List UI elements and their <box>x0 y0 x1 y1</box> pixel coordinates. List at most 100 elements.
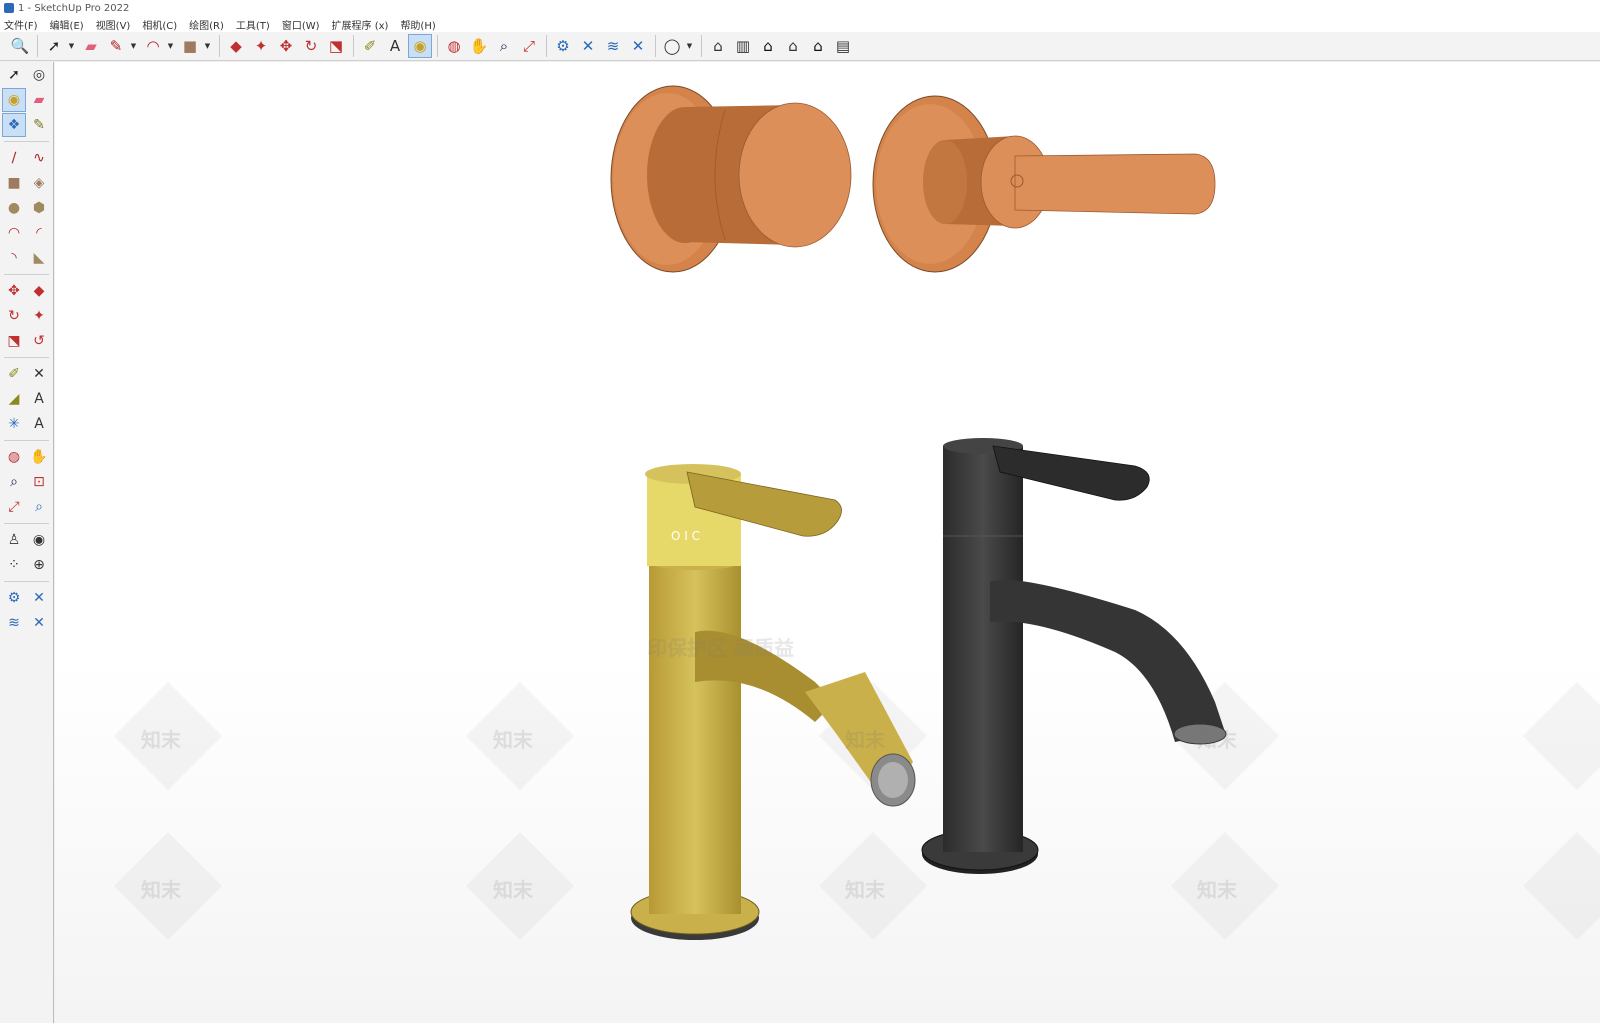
tag-button[interactable]: ✎ <box>27 113 51 137</box>
orbit-button[interactable]: ◍ <box>2 445 26 469</box>
arc-button[interactable]: ◠ <box>141 34 165 58</box>
rectangle-button[interactable]: ■ <box>2 171 26 195</box>
chevron-down-icon[interactable]: ▼ <box>166 34 175 58</box>
menu-item-1[interactable]: 编辑(E) <box>50 17 84 32</box>
paint-bucket-button[interactable]: ◉ <box>2 87 26 112</box>
walk-button[interactable]: ⁘ <box>2 553 26 577</box>
menu-item-2[interactable]: 视图(V) <box>96 17 131 32</box>
left-toolbar-row: ∕ ∿ <box>0 145 53 170</box>
zoom-tool-button[interactable]: ⌕ <box>492 34 516 58</box>
orbit-icon: ◍ <box>447 36 461 55</box>
position-camera-button[interactable]: ♙ <box>2 528 26 552</box>
layout-button[interactable]: ≋ <box>601 34 625 58</box>
menu-item-6[interactable]: 窗口(W) <box>282 17 320 32</box>
scale-button[interactable]: ⬔ <box>2 329 26 353</box>
scale-button[interactable]: ⬔ <box>324 34 348 58</box>
paint-bucket-button[interactable]: ◉ <box>408 34 432 58</box>
chevron-down-icon[interactable]: ▼ <box>129 34 138 58</box>
share-model-button[interactable]: ✕ <box>27 611 51 635</box>
axes-button[interactable]: ✳ <box>2 412 26 436</box>
follow-me-button[interactable]: ✦ <box>249 34 273 58</box>
scene-canvas[interactable]: O I C <box>55 62 1600 1023</box>
select-button[interactable]: ➚ <box>42 34 66 58</box>
account-button[interactable]: ◯ <box>660 34 684 58</box>
menu-item-8[interactable]: 帮助(H) <box>400 17 435 32</box>
orbit-button[interactable]: ◍ <box>442 34 466 58</box>
extension-warehouse-button[interactable]: ✕ <box>27 586 51 610</box>
move-button[interactable]: ✥ <box>274 34 298 58</box>
push-pull-button[interactable]: ◆ <box>27 279 51 303</box>
3d-text-button[interactable]: A <box>27 412 51 436</box>
watermark-brand-8: 知末 <box>1197 878 1237 902</box>
menu-item-5[interactable]: 工具(T) <box>236 17 270 32</box>
eraser-button[interactable]: ▰ <box>79 34 103 58</box>
follow-me-icon: ✦ <box>33 307 45 324</box>
tape-measure-button[interactable]: ✐ <box>358 34 382 58</box>
model-viewport[interactable]: O I C 印保护区 画质益 知末 知末 知末 知末 知末 知末 知末 知末 <box>55 62 1600 1023</box>
orbit-button[interactable]: ◎ <box>27 63 51 87</box>
pencil-line-button[interactable]: ✎ <box>104 34 128 58</box>
menu-item-4[interactable]: 绘图(R) <box>189 17 224 32</box>
rotate-button[interactable]: ↻ <box>299 34 323 58</box>
follow-me-button[interactable]: ✦ <box>27 304 51 328</box>
menu-item-0[interactable]: 文件(F) <box>4 17 38 32</box>
freehand-button[interactable]: ∿ <box>27 146 51 170</box>
left-toolbar-row: ⬔ ↺ <box>0 328 53 353</box>
chevron-down-icon[interactable]: ▼ <box>67 34 76 58</box>
top-view-button[interactable]: ▥ <box>731 34 755 58</box>
left-toolbar-row: ✐ ✕ <box>0 361 53 386</box>
watermark-brand-7: 知末 <box>845 878 885 902</box>
left-view-button[interactable]: ▤ <box>831 34 855 58</box>
menu-item-3[interactable]: 相机(C) <box>142 17 177 32</box>
tape-measure-button[interactable]: ✐ <box>2 362 26 386</box>
make-component-button[interactable]: ❖ <box>2 112 26 137</box>
circle-button[interactable]: ● <box>2 196 26 220</box>
polygon-button[interactable]: ⬢ <box>27 196 51 220</box>
3d-text-icon: A <box>34 415 44 432</box>
eraser-button[interactable]: ▰ <box>27 88 51 112</box>
pie-button[interactable]: ◣ <box>27 246 51 270</box>
section-plane-button[interactable]: ⊕ <box>27 553 51 577</box>
iso-view-button[interactable]: ⌂ <box>706 34 730 58</box>
push-pull-button[interactable]: ◆ <box>224 34 248 58</box>
text-button[interactable]: A <box>27 387 51 411</box>
select-button[interactable]: ➚ <box>2 63 26 87</box>
chevron-down-icon[interactable]: ▼ <box>203 34 212 58</box>
warehouse-button[interactable]: ⚙ <box>551 34 575 58</box>
zoom-button[interactable]: 🔍 <box>8 34 32 58</box>
front-view-button[interactable]: ⌂ <box>756 34 780 58</box>
extension-warehouse-button[interactable]: ✕ <box>576 34 600 58</box>
layout-button[interactable]: ≋ <box>2 611 26 635</box>
menu-item-7[interactable]: 扩展程序 (x) <box>332 17 389 32</box>
zoom-window-button[interactable]: ⊡ <box>27 470 51 494</box>
chevron-down-icon[interactable]: ▼ <box>685 34 694 58</box>
protractor-button[interactable]: ◢ <box>2 387 26 411</box>
copper-knob-model[interactable] <box>610 85 852 273</box>
offset-button[interactable]: ↺ <box>27 329 51 353</box>
previous-view-button[interactable]: ⌕ <box>27 495 51 519</box>
arc-icon: ◠ <box>146 36 160 55</box>
rotated-rectangle-button[interactable]: ◈ <box>27 171 51 195</box>
zoom-extents-button[interactable]: ⤢ <box>517 34 541 58</box>
text-button[interactable]: A <box>383 34 407 58</box>
share-model-button[interactable]: ✕ <box>626 34 650 58</box>
dimension-button[interactable]: ✕ <box>27 362 51 386</box>
rotate-button[interactable]: ↻ <box>2 304 26 328</box>
look-around-button[interactable]: ◉ <box>27 528 51 552</box>
rectangle-button[interactable]: ■ <box>178 34 202 58</box>
move-button[interactable]: ✥ <box>2 279 26 303</box>
pan-button[interactable]: ✋ <box>467 34 491 58</box>
back-view-button[interactable]: ⌂ <box>806 34 830 58</box>
two-point-arc-button[interactable]: ◜ <box>27 221 51 245</box>
zoom-extents-button[interactable]: ⤢ <box>2 495 26 519</box>
line-button[interactable]: ∕ <box>2 146 26 170</box>
warehouse-button[interactable]: ⚙ <box>2 586 26 610</box>
pan-button[interactable]: ✋ <box>27 445 51 469</box>
zoom-button[interactable]: ⌕ <box>2 470 26 494</box>
three-point-arc-button[interactable]: ◝ <box>2 246 26 270</box>
top-view-icon: ▥ <box>735 36 751 55</box>
pie-icon: ◣ <box>33 249 45 266</box>
arc-button[interactable]: ◠ <box>2 221 26 245</box>
copper-lever-model[interactable] <box>872 95 1216 273</box>
right-view-button[interactable]: ⌂ <box>781 34 805 58</box>
